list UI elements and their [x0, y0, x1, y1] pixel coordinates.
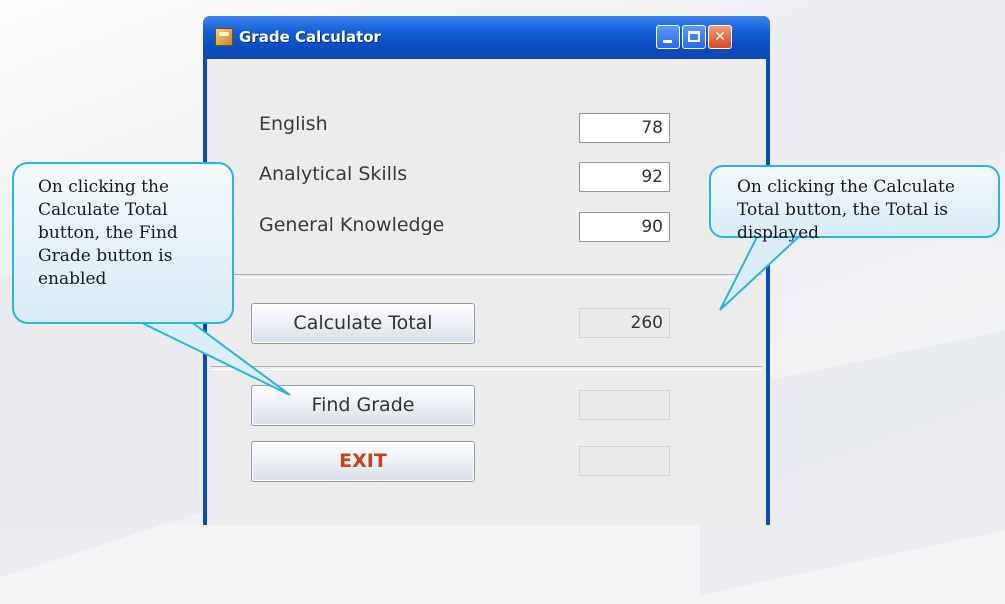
- minimize-icon: [663, 40, 672, 43]
- grade-field: [579, 390, 670, 420]
- callout-line: On clicking the Calculate: [737, 177, 955, 197]
- close-icon: ✕: [714, 29, 726, 45]
- callout-line: On clicking the: [38, 177, 170, 197]
- maximize-icon: [688, 31, 700, 42]
- general-knowledge-field[interactable]: 90: [579, 212, 670, 242]
- total-field: 260: [579, 308, 670, 338]
- extra-field: [579, 446, 670, 476]
- right-callout: On clicking the Calculate Total button, …: [709, 165, 1000, 243]
- exit-button[interactable]: EXIT: [251, 441, 475, 482]
- analytical-skills-label: Analytical Skills: [259, 163, 408, 185]
- grade-calculator-window: Grade Calculator ✕ English 78 Analytical…: [203, 16, 770, 525]
- minimize-button[interactable]: [656, 25, 680, 49]
- callout-line: Grade button is: [38, 246, 173, 266]
- close-button[interactable]: ✕: [708, 25, 732, 49]
- english-label: English: [259, 113, 328, 135]
- callout-line: Total button, the Total is: [737, 200, 949, 220]
- callout-line: displayed: [737, 223, 820, 243]
- left-callout-tail: [137, 320, 291, 396]
- maximize-button[interactable]: [682, 25, 706, 49]
- general-knowledge-label: General Knowledge: [259, 214, 445, 236]
- window-content: English 78 Analytical Skills 92 General …: [207, 59, 766, 525]
- callout-line: Calculate Total: [38, 200, 168, 220]
- analytical-skills-field[interactable]: 92: [579, 162, 670, 192]
- window-title: Grade Calculator: [239, 28, 381, 46]
- app-icon: [215, 28, 233, 46]
- english-field[interactable]: 78: [579, 113, 670, 143]
- left-callout: On clicking the Calculate Total button, …: [12, 162, 234, 324]
- callout-line: enabled: [38, 269, 107, 289]
- divider: [211, 274, 762, 278]
- title-bar[interactable]: Grade Calculator ✕: [203, 16, 770, 59]
- callout-line: button, the Find: [38, 223, 178, 243]
